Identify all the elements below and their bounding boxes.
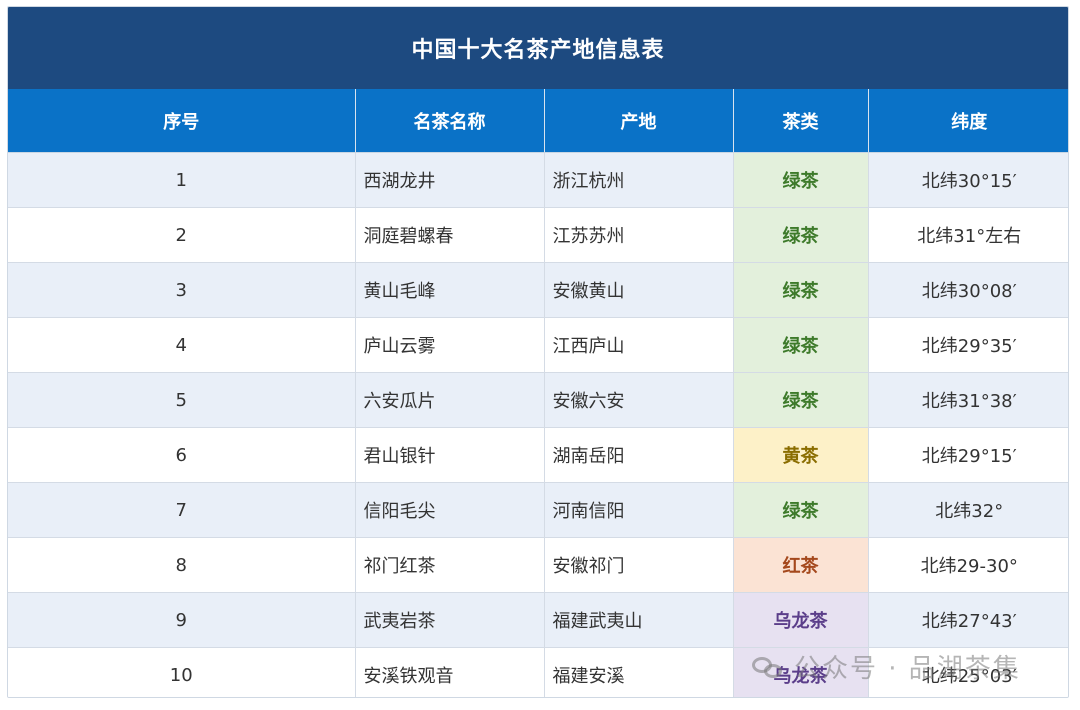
cell-origin: 江西庐山 bbox=[544, 317, 734, 373]
cell-tea-name: 君山银针 bbox=[355, 427, 545, 483]
cell-tea-name: 六安瓜片 bbox=[355, 372, 545, 428]
cell-tea-name: 安溪铁观音 bbox=[355, 647, 545, 697]
table-row: 4 庐山云雾 江西庐山 绿茶 北纬29°35′ bbox=[8, 317, 1068, 373]
cell-latitude: 北纬27°43′ bbox=[868, 592, 1068, 648]
header-latitude: 纬度 bbox=[868, 89, 1068, 153]
cell-origin: 福建武夷山 bbox=[544, 592, 734, 648]
tea-info-table-card: 中国十大名茶产地信息表 序号 名茶名称 产地 茶类 纬度 1 西湖龙井 浙江杭州 绿茶… bbox=[7, 6, 1069, 698]
table-header-row: 序号 名茶名称 产地 茶类 纬度 bbox=[8, 89, 1068, 153]
cell-index: 7 bbox=[8, 482, 356, 538]
cell-tea-name: 信阳毛尖 bbox=[355, 482, 545, 538]
tea-table: 序号 名茶名称 产地 茶类 纬度 1 西湖龙井 浙江杭州 绿茶 北纬30°15′ 2 洞庭碧… bbox=[8, 89, 1068, 697]
cell-tea-name: 武夷岩茶 bbox=[355, 592, 545, 648]
table-row: 3 黄山毛峰 安徽黄山 绿茶 北纬30°08′ bbox=[8, 262, 1068, 318]
cell-origin: 河南信阳 bbox=[544, 482, 734, 538]
cell-latitude: 北纬25°03′ bbox=[868, 647, 1068, 697]
cell-tea-type: 绿茶 bbox=[733, 482, 869, 538]
cell-index: 5 bbox=[8, 372, 356, 428]
cell-tea-type: 黄茶 bbox=[733, 427, 869, 483]
table-row: 2 洞庭碧螺春 江苏苏州 绿茶 北纬31°左右 bbox=[8, 207, 1068, 263]
cell-index: 2 bbox=[8, 207, 356, 263]
cell-index: 10 bbox=[8, 647, 356, 697]
table-row: 1 西湖龙井 浙江杭州 绿茶 北纬30°15′ bbox=[8, 152, 1068, 208]
cell-origin: 安徽祁门 bbox=[544, 537, 734, 593]
header-name: 名茶名称 bbox=[355, 89, 545, 153]
cell-origin: 浙江杭州 bbox=[544, 152, 734, 208]
cell-origin: 福建安溪 bbox=[544, 647, 734, 697]
table-row: 8 祁门红茶 安徽祁门 红茶 北纬29-30° bbox=[8, 537, 1068, 593]
cell-latitude: 北纬31°左右 bbox=[868, 207, 1068, 263]
header-index: 序号 bbox=[8, 89, 356, 153]
table-body: 1 西湖龙井 浙江杭州 绿茶 北纬30°15′ 2 洞庭碧螺春 江苏苏州 绿茶 北纬31°左右 3 黄… bbox=[8, 152, 1068, 697]
cell-latitude: 北纬31°38′ bbox=[868, 372, 1068, 428]
cell-tea-type: 绿茶 bbox=[733, 372, 869, 428]
cell-index: 8 bbox=[8, 537, 356, 593]
cell-tea-type: 绿茶 bbox=[733, 262, 869, 318]
cell-origin: 安徽黄山 bbox=[544, 262, 734, 318]
cell-index: 6 bbox=[8, 427, 356, 483]
cell-tea-type: 乌龙茶 bbox=[733, 647, 869, 697]
cell-latitude: 北纬29-30° bbox=[868, 537, 1068, 593]
table-row: 6 君山银针 湖南岳阳 黄茶 北纬29°15′ bbox=[8, 427, 1068, 483]
cell-index: 4 bbox=[8, 317, 356, 373]
cell-latitude: 北纬30°15′ bbox=[868, 152, 1068, 208]
table-row: 9 武夷岩茶 福建武夷山 乌龙茶 北纬27°43′ bbox=[8, 592, 1068, 648]
cell-tea-type: 绿茶 bbox=[733, 317, 869, 373]
cell-tea-type: 绿茶 bbox=[733, 207, 869, 263]
cell-tea-name: 祁门红茶 bbox=[355, 537, 545, 593]
cell-tea-name: 洞庭碧螺春 bbox=[355, 207, 545, 263]
header-type: 茶类 bbox=[733, 89, 869, 153]
cell-latitude: 北纬29°15′ bbox=[868, 427, 1068, 483]
cell-origin: 湖南岳阳 bbox=[544, 427, 734, 483]
cell-index: 1 bbox=[8, 152, 356, 208]
cell-origin: 安徽六安 bbox=[544, 372, 734, 428]
cell-latitude: 北纬29°35′ bbox=[868, 317, 1068, 373]
cell-index: 9 bbox=[8, 592, 356, 648]
cell-tea-name: 庐山云雾 bbox=[355, 317, 545, 373]
cell-tea-type: 乌龙茶 bbox=[733, 592, 869, 648]
cell-index: 3 bbox=[8, 262, 356, 318]
table-title: 中国十大名茶产地信息表 bbox=[8, 7, 1068, 89]
cell-origin: 江苏苏州 bbox=[544, 207, 734, 263]
cell-latitude: 北纬32° bbox=[868, 482, 1068, 538]
cell-tea-name: 黄山毛峰 bbox=[355, 262, 545, 318]
table-row: 5 六安瓜片 安徽六安 绿茶 北纬31°38′ bbox=[8, 372, 1068, 428]
table-row: 7 信阳毛尖 河南信阳 绿茶 北纬32° bbox=[8, 482, 1068, 538]
cell-latitude: 北纬30°08′ bbox=[868, 262, 1068, 318]
cell-tea-type: 绿茶 bbox=[733, 152, 869, 208]
cell-tea-name: 西湖龙井 bbox=[355, 152, 545, 208]
table-row: 10 安溪铁观音 福建安溪 乌龙茶 北纬25°03′ bbox=[8, 647, 1068, 697]
header-origin: 产地 bbox=[544, 89, 734, 153]
cell-tea-type: 红茶 bbox=[733, 537, 869, 593]
